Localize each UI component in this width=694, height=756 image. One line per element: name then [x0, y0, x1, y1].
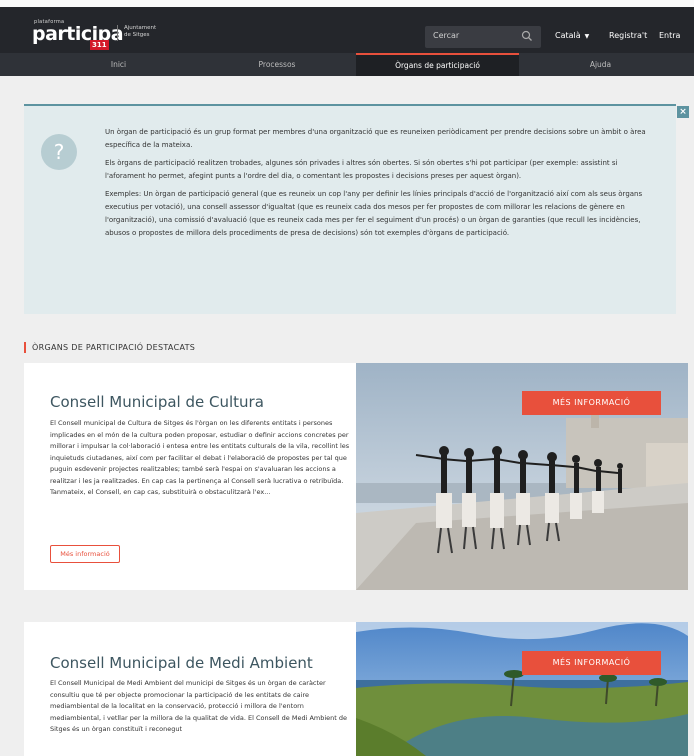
info-callout: × ? Un òrgan de participació és un grup …: [24, 104, 689, 314]
tab-organs[interactable]: Òrgans de participació: [356, 53, 519, 76]
ajuntament-label: Ajuntament de Sitges: [124, 25, 156, 39]
more-info-button[interactable]: Més informació: [50, 545, 120, 563]
search-input[interactable]: Cercar: [425, 26, 541, 48]
login-link[interactable]: Entra: [659, 31, 680, 40]
top-strip: [0, 0, 694, 7]
info-paragraph-2: Els òrgans de participació realitzen tro…: [105, 159, 618, 180]
card-description: El Consell Municipal de Medi Ambient del…: [50, 679, 348, 733]
ajuntament-line2: de Sitges: [124, 32, 150, 38]
card-consell-cultura: Consell Municipal de Cultura El Consell …: [24, 363, 688, 590]
header: plataforma participa 311 Ajuntament de S…: [0, 7, 694, 53]
search-placeholder: Cercar: [433, 31, 460, 40]
logo-separator: [117, 25, 118, 41]
logo-number-badge: 311: [90, 40, 109, 50]
language-label: Català: [555, 31, 581, 40]
question-icon: ?: [41, 134, 77, 170]
main-nav: Inici Processos Òrgans de participació A…: [0, 53, 694, 76]
info-text: Un òrgan de participació és un grup form…: [105, 126, 660, 245]
language-selector[interactable]: Català ▼: [555, 31, 589, 40]
card-photo-landscape: [356, 622, 688, 756]
info-paragraph-1: Un òrgan de participació és un grup form…: [105, 128, 646, 149]
close-icon[interactable]: ×: [677, 106, 689, 118]
card-title[interactable]: Consell Municipal de Medi Ambient: [50, 654, 313, 672]
logo-word: participa: [32, 23, 124, 45]
ajuntament-line1: Ajuntament: [124, 25, 157, 31]
section-title: ÒRGANS DE PARTICIPACIÓ DESTACATS: [24, 342, 195, 353]
info-paragraph-3: Exemples: Un òrgan de participació gener…: [105, 190, 643, 237]
card-description: El Consell municipal de Cultura de Sitge…: [50, 419, 350, 496]
card-title[interactable]: Consell Municipal de Cultura: [50, 393, 264, 411]
more-info-button-large[interactable]: MÉS INFORMACIÓ: [522, 391, 661, 415]
tab-ajuda[interactable]: Ajuda: [519, 53, 682, 76]
search-icon[interactable]: [521, 30, 533, 42]
card-consell-medi-ambient: Consell Municipal de Medi Ambient El Con…: [24, 622, 688, 756]
chevron-down-icon: ▼: [584, 33, 590, 40]
more-info-button-large[interactable]: MÉS INFORMACIÓ: [522, 651, 661, 675]
register-link[interactable]: Registra't: [609, 31, 647, 40]
